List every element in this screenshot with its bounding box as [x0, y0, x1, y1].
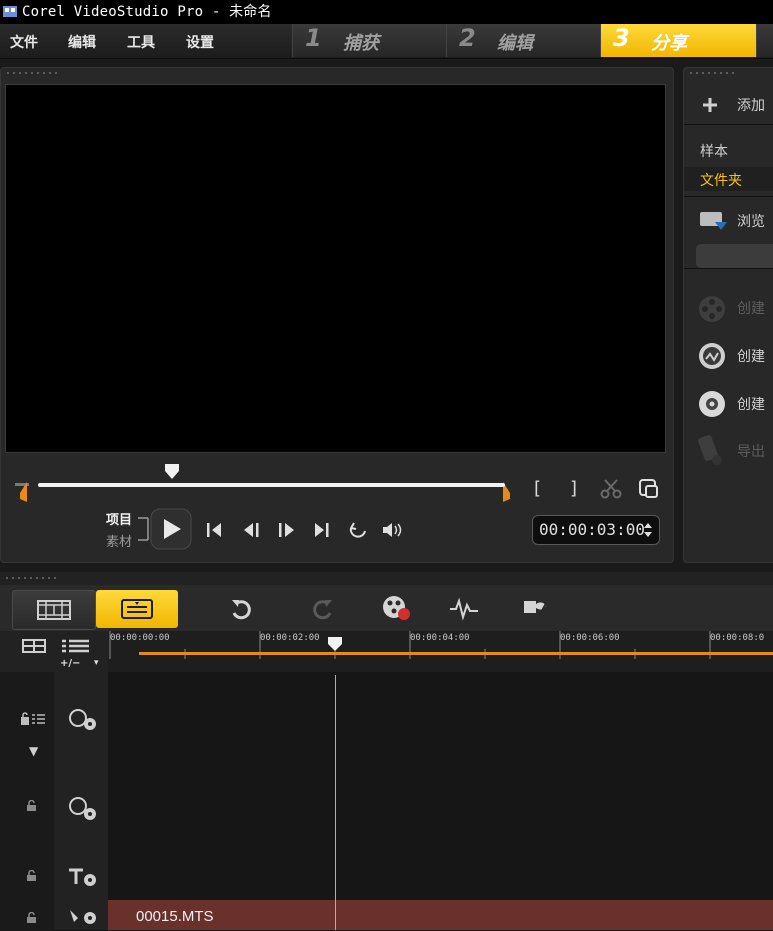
divider [684, 268, 773, 269]
timeline-view-icon [121, 599, 153, 619]
audio-mixer-icon [450, 597, 478, 621]
mode-project-label[interactable]: 项目 [106, 509, 132, 528]
browse-button[interactable]: 浏览 [737, 211, 765, 231]
tab-spacer [756, 24, 773, 57]
tab-share[interactable]: 3 分享 [600, 24, 756, 57]
play-button[interactable] [150, 508, 192, 550]
step-label: 捕获 [343, 33, 379, 54]
menu-edit[interactable]: 编辑 [68, 32, 96, 52]
lock-all-icon[interactable] [20, 712, 46, 726]
browse-icon[interactable] [699, 210, 729, 232]
track-list-icon[interactable] [60, 638, 90, 654]
create-action-2[interactable]: 创建 [737, 346, 765, 366]
enlarge-icon[interactable] [637, 477, 661, 501]
film-reel-icon [699, 296, 725, 322]
transport-controls [207, 522, 402, 538]
voice-track-icon[interactable] [66, 906, 100, 928]
create-action-1: 创建 [737, 301, 765, 317]
window-title: Corel VideoStudio Pro - 未命名 [22, 4, 272, 20]
video-track-header [54, 672, 109, 765]
timeline-tools [232, 596, 549, 621]
scrubber-handle [165, 464, 179, 479]
step-number: 3 [613, 24, 630, 52]
mark-out-button[interactable]: ] [570, 478, 577, 499]
tab-capture[interactable]: 1 捕获 [292, 24, 446, 57]
title-track-icon[interactable] [66, 866, 100, 888]
step-number: 1 [305, 24, 322, 52]
panel-grip[interactable] [688, 71, 738, 75]
add-button[interactable]: 添加 [737, 95, 765, 115]
prev-frame-icon [244, 523, 259, 537]
repeat-icon [349, 522, 366, 538]
divider [684, 196, 773, 197]
timecode-display[interactable]: 00:00:03:00 [532, 515, 660, 545]
video-track-icon[interactable] [66, 708, 100, 732]
scissors-icon[interactable] [600, 478, 622, 500]
storyboard-view-button[interactable] [12, 590, 96, 630]
track-manager-icon[interactable] [22, 638, 48, 654]
overlay-track-header [54, 764, 109, 855]
scrubber-track[interactable] [38, 483, 505, 487]
video-track[interactable] [108, 672, 773, 765]
timeline-grip-bar [0, 572, 773, 585]
library-tab-strip [696, 244, 773, 268]
film-strip-icon [37, 600, 71, 620]
mark-in-button[interactable]: [ [534, 478, 541, 499]
zoom-dropdown-icon[interactable]: ▾ [94, 658, 99, 668]
sample-item[interactable]: 样本 [700, 141, 728, 161]
lock-icon[interactable] [26, 912, 38, 924]
timecode-spinner-icon[interactable] [642, 520, 654, 540]
ruler-corner: +/− ▾ [0, 631, 108, 672]
go-start-icon [207, 523, 221, 537]
step-label: 编辑 [497, 33, 533, 54]
app-icon [3, 6, 17, 17]
overlay-track-icon[interactable] [66, 796, 100, 822]
redo-icon [313, 600, 332, 620]
lock-icon[interactable] [26, 870, 38, 882]
menu-bar: 文件 编辑 工具 设置 1 捕获 2 编辑 3 分享 [0, 24, 773, 59]
work-area-bar [139, 652, 773, 655]
menu-file[interactable]: 文件 [10, 32, 38, 52]
export-device-icon [698, 435, 722, 465]
title-bar: Corel VideoStudio Pro - 未命名 [0, 0, 773, 24]
step-label: 分享 [651, 33, 687, 54]
zoom-toggle[interactable]: +/− [60, 658, 80, 669]
mode-clip-label[interactable]: 素材 [106, 531, 132, 550]
folder-item[interactable]: 文件夹 [700, 170, 742, 190]
step-number: 2 [459, 24, 476, 52]
dvd-disc-icon[interactable] [697, 389, 727, 419]
next-frame-icon [279, 523, 294, 537]
volume-icon [383, 523, 402, 537]
title-track-header [54, 854, 109, 901]
preview-screen[interactable] [5, 84, 666, 453]
record-capture-icon [383, 596, 410, 620]
create-action-3[interactable]: 创建 [737, 394, 765, 414]
menu-settings[interactable]: 设置 [186, 32, 214, 52]
timeline-clip[interactable]: 00015.MTS [108, 900, 773, 930]
undo-icon [232, 600, 251, 620]
disc-burn-icon[interactable] [697, 341, 727, 371]
panel-grip[interactable] [4, 576, 58, 580]
divider [684, 124, 773, 125]
panel-grip[interactable] [5, 71, 59, 75]
playhead-handle [328, 637, 342, 651]
timecode-value: 00:00:03:00 [539, 520, 645, 539]
tab-edit[interactable]: 2 编辑 [446, 24, 600, 57]
voice-track-header [54, 900, 109, 931]
expand-tracks-icon[interactable]: ▼ [29, 744, 38, 758]
ruler-ticks [109, 631, 773, 659]
menu-tools[interactable]: 工具 [127, 32, 155, 52]
add-icon[interactable] [702, 97, 718, 113]
title-track[interactable] [108, 854, 773, 901]
auto-music-icon [524, 599, 549, 615]
go-end-icon [315, 523, 329, 537]
export-action: 导出 [737, 444, 765, 460]
clip-name: 00015.MTS [136, 908, 214, 925]
lock-icon[interactable] [26, 800, 38, 812]
overlay-track[interactable] [108, 764, 773, 855]
timeline-view-button[interactable] [96, 590, 178, 628]
playhead-line[interactable] [335, 675, 336, 930]
